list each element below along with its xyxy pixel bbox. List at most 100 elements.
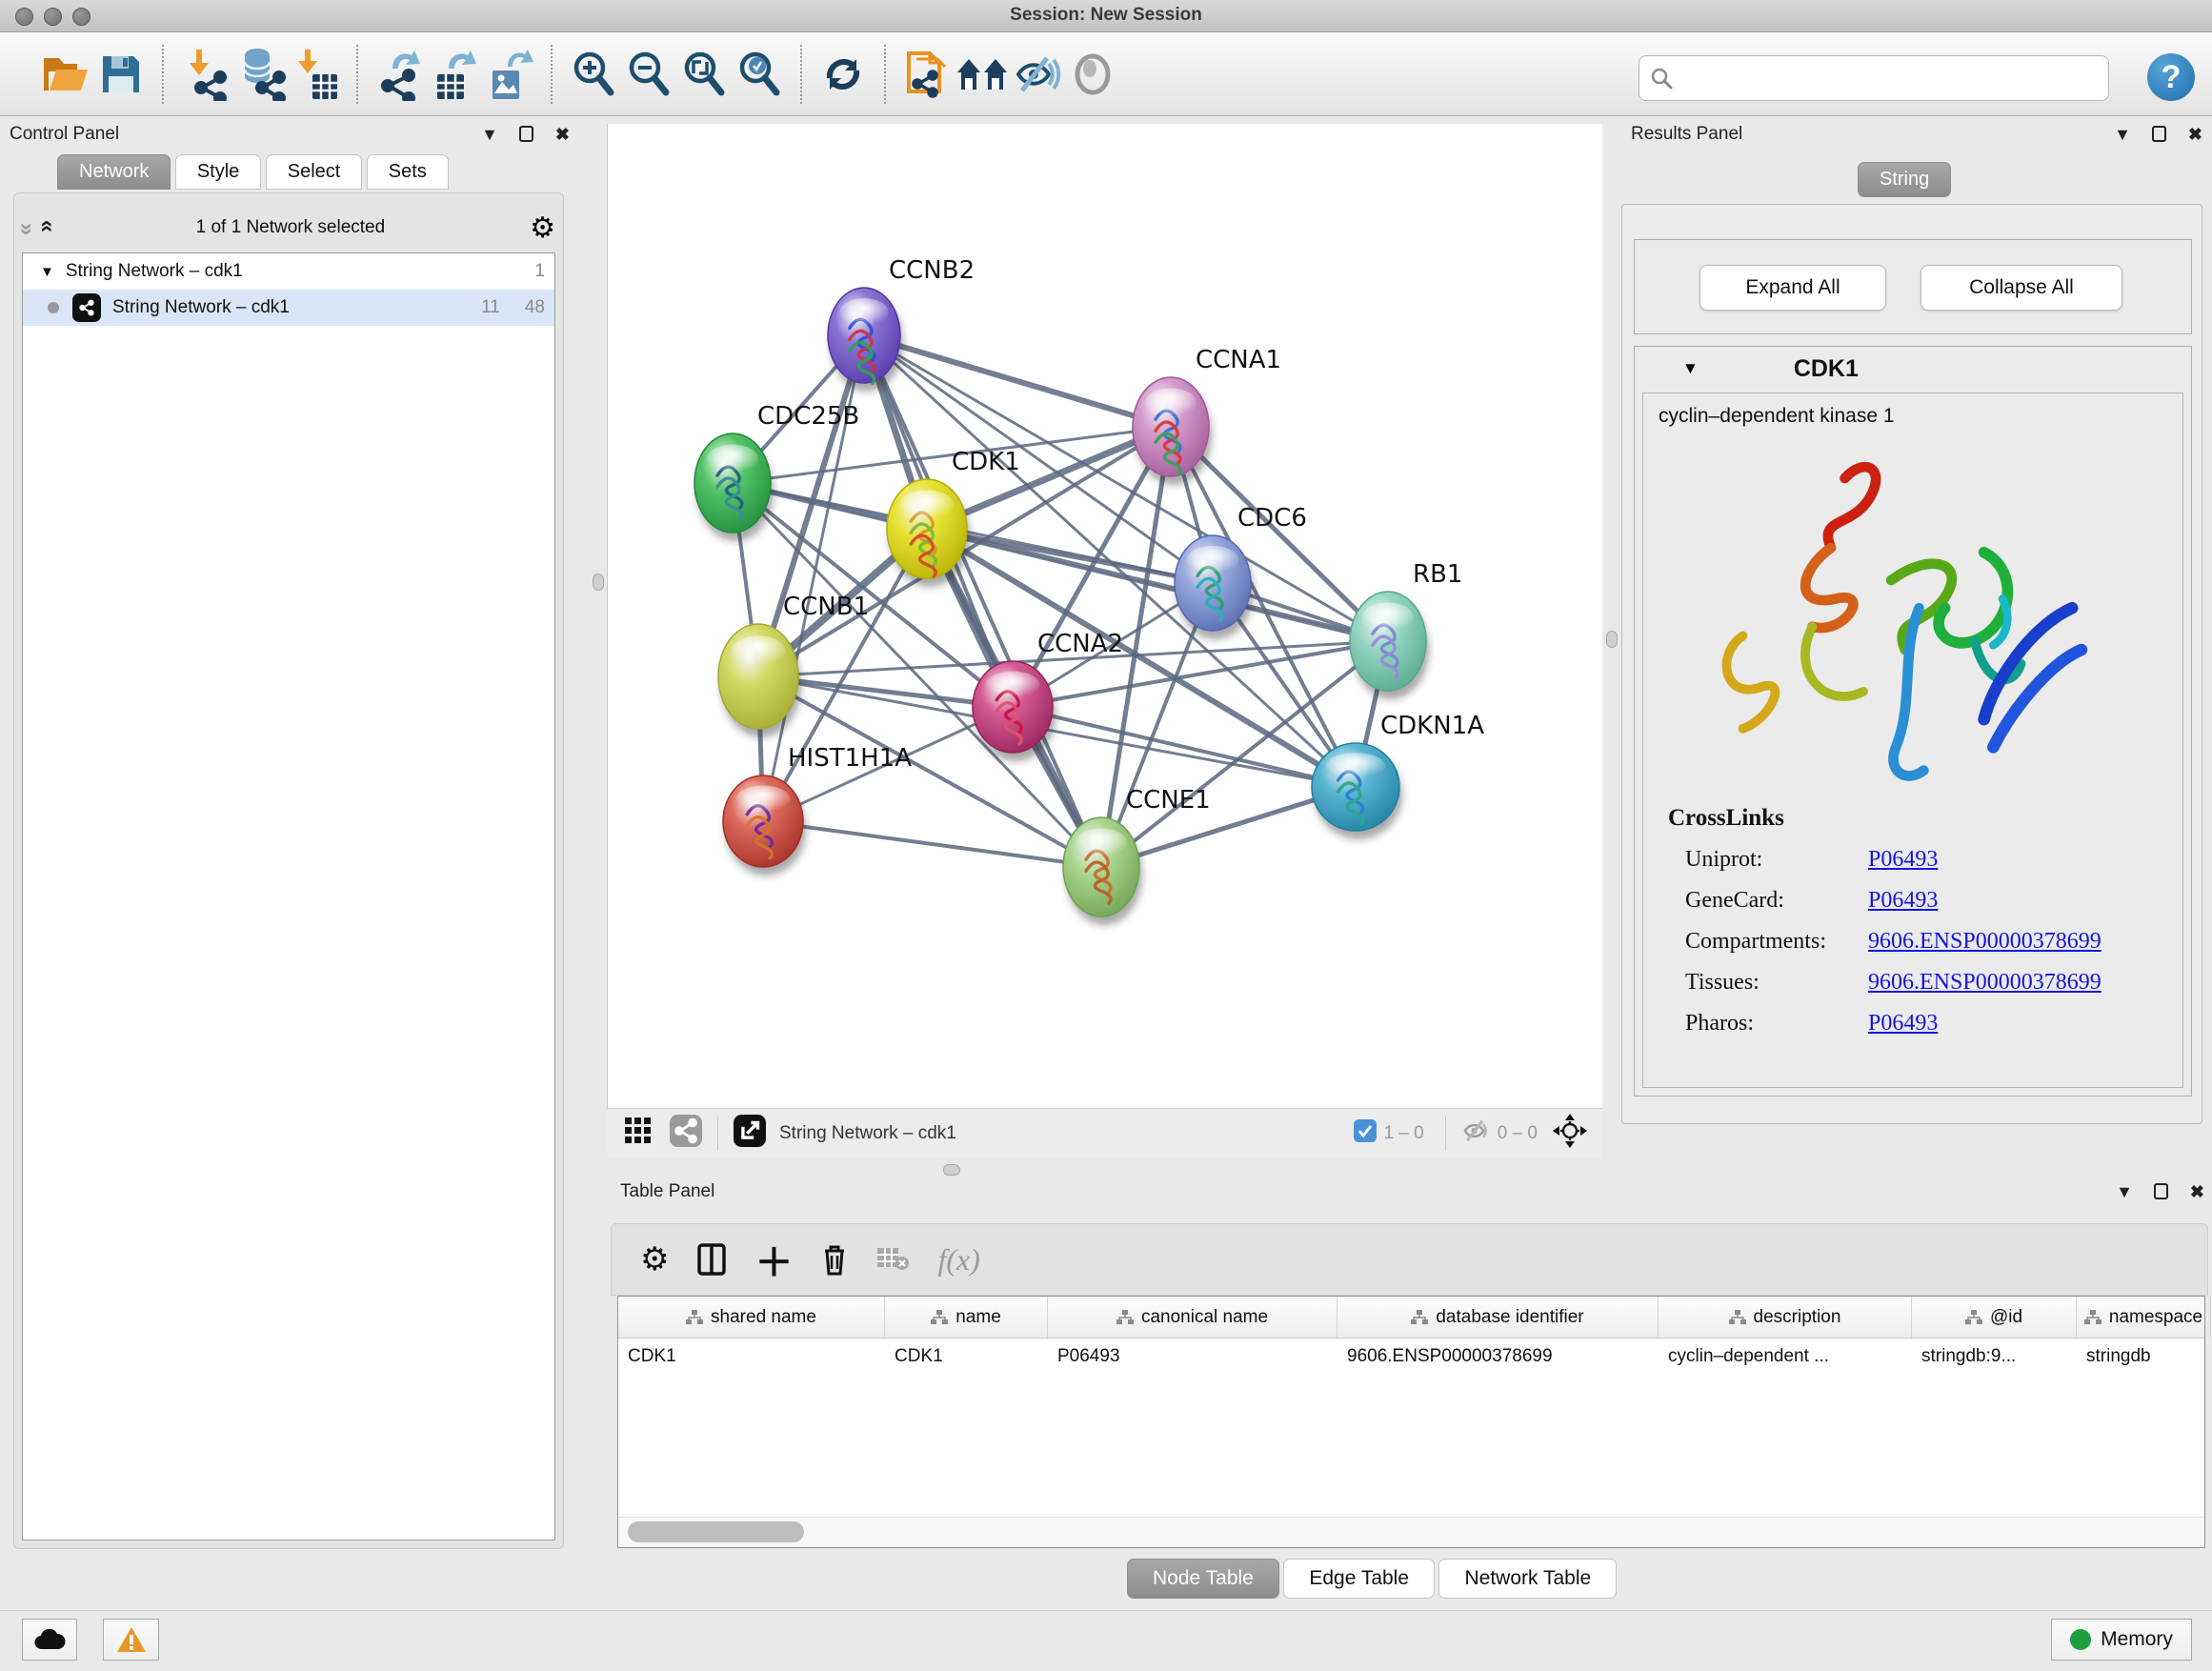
center-view-crosshair-icon[interactable] [1553, 1114, 1587, 1153]
node-CCNE1[interactable]: CCNE1 [1063, 786, 1211, 925]
function-builder-icon: f(x) [937, 1242, 979, 1278]
tab-style[interactable]: Style [175, 154, 261, 190]
panel-menu-caret-icon[interactable]: ▼ [481, 125, 498, 144]
edge-count: 48 [525, 297, 545, 318]
node-RB1[interactable]: RB1 [1350, 560, 1462, 699]
node-CDKN1A[interactable]: CDKN1A [1312, 712, 1484, 839]
hidden-eye-slash-icon[interactable] [1461, 1117, 1492, 1149]
panel-float-icon[interactable] [2152, 125, 2166, 144]
edge-CDK1-RB1[interactable] [927, 529, 1388, 641]
network-share-icon[interactable] [670, 1115, 702, 1152]
tree-expand-caret-icon[interactable]: ▼ [40, 264, 54, 280]
network-options-gear-icon[interactable]: ⚙ [530, 211, 555, 245]
import-table-button[interactable] [288, 44, 343, 105]
tab-string[interactable]: String [1858, 162, 1951, 197]
delete-column-icon[interactable] [821, 1243, 848, 1276]
left-splitter-grip[interactable] [593, 574, 604, 591]
network-view-canvas[interactable]: CCNB2CCNA1CDC25BCDK1CDC6RB1CCNB1CCNA2CDK… [607, 124, 1602, 1108]
show-columns-icon[interactable] [697, 1243, 726, 1276]
right-splitter-grip[interactable] [1606, 631, 1618, 648]
table-cell[interactable]: stringdb [2077, 1339, 2211, 1379]
horizontal-splitter-grip[interactable] [943, 1164, 960, 1176]
tab-network-table[interactable]: Network Table [1438, 1559, 1617, 1599]
expand-all-button[interactable]: Expand All [1699, 265, 1886, 311]
memory-button[interactable]: Memory [2051, 1619, 2192, 1661]
table-cell[interactable]: CDK1 [618, 1339, 885, 1379]
open-session-button[interactable] [38, 44, 93, 105]
column-header-description[interactable]: description [1659, 1297, 1912, 1338]
table-cell[interactable]: CDK1 [885, 1339, 1048, 1379]
show-all-button[interactable] [1065, 44, 1120, 105]
panel-float-icon[interactable] [2154, 1182, 2168, 1201]
edge-CCNB2-CCNA1[interactable] [864, 335, 1171, 427]
node-CCNB1[interactable]: CCNB1 [718, 593, 869, 737]
help-button[interactable]: ? [2147, 53, 2195, 101]
edge-CCNA2-CDKN1A[interactable] [1013, 707, 1356, 787]
column-header-namespace[interactable]: namespace [2077, 1297, 2211, 1338]
home-networks-button[interactable] [955, 44, 1010, 105]
selected-checkbox-icon[interactable] [1353, 1118, 1377, 1148]
tab-edge-table[interactable]: Edge Table [1283, 1559, 1435, 1599]
gene-collapse-caret-icon[interactable]: ▼ [1682, 359, 1699, 378]
panel-close-icon[interactable]: ✖ [555, 125, 570, 144]
zoom-selected-button[interactable] [732, 44, 787, 105]
import-network-database-button[interactable] [232, 44, 288, 105]
edge-CCNB2-CCNE1[interactable] [864, 335, 1101, 867]
tab-sets[interactable]: Sets [367, 154, 449, 190]
node-HIST1H1A[interactable]: HIST1H1A [723, 744, 912, 876]
gene-section-header[interactable]: ▼ CDK1 [1635, 347, 2191, 391]
table-cell[interactable]: 9606.ENSP00000378699 [1337, 1339, 1659, 1379]
birdseye-grid-icon[interactable] [624, 1117, 653, 1150]
table-horizontal-scrollbar[interactable] [618, 1517, 2204, 1545]
zoom-out-button[interactable] [621, 44, 676, 105]
crosslink-link[interactable]: 9606.ENSP00000378699 [1868, 970, 2101, 996]
refresh-view-button[interactable] [815, 44, 871, 105]
hide-selected-button[interactable] [1010, 44, 1065, 105]
save-session-button[interactable] [93, 44, 149, 105]
export-network-button[interactable] [372, 44, 427, 105]
gene-description: cyclin–dependent kinase 1 [1643, 393, 2182, 428]
column-header--id[interactable]: @id [1912, 1297, 2077, 1338]
detach-view-icon[interactable] [734, 1115, 766, 1152]
column-header-name[interactable]: name [885, 1297, 1048, 1338]
share-document-button[interactable] [899, 44, 955, 105]
edge-HIST1H1A-CCNE1[interactable] [763, 821, 1101, 867]
panel-close-icon[interactable]: ✖ [2190, 1182, 2204, 1201]
export-table-button[interactable] [427, 44, 482, 105]
tab-select[interactable]: Select [266, 154, 363, 190]
collapse-all-button[interactable]: Collapse All [1920, 265, 2122, 311]
expand-all-networks-icon[interactable]: » [33, 223, 60, 232]
column-header-canonical-name[interactable]: canonical name [1048, 1297, 1337, 1338]
scrollbar-thumb[interactable] [628, 1521, 804, 1542]
network-collection-row[interactable]: ▼ String Network – cdk1 1 [23, 253, 554, 290]
toolbar-separator [800, 45, 802, 104]
panel-menu-caret-icon[interactable]: ▼ [2116, 1182, 2133, 1201]
search-input[interactable] [1674, 68, 2083, 90]
cloud-status-button[interactable] [22, 1619, 77, 1661]
crosslink-link[interactable]: 9606.ENSP00000378699 [1868, 929, 2101, 955]
cloud-icon [33, 1628, 66, 1651]
import-network-file-button[interactable] [177, 44, 232, 105]
table-options-gear-icon[interactable]: ⚙ [640, 1240, 669, 1278]
tab-network[interactable]: Network [57, 154, 171, 190]
zoom-in-button[interactable] [566, 44, 621, 105]
zoom-fit-button[interactable] [676, 44, 732, 105]
panel-float-icon[interactable] [519, 125, 533, 144]
add-column-icon[interactable]: ＋ [754, 1232, 793, 1287]
panel-menu-caret-icon[interactable]: ▼ [2114, 125, 2131, 144]
tab-node-table[interactable]: Node Table [1127, 1559, 1279, 1599]
table-toolbar: ⚙ ＋ f(x) [611, 1223, 2208, 1296]
table-cell[interactable]: cyclin–dependent ... [1659, 1339, 1912, 1379]
crosslink-link[interactable]: P06493 [1868, 1011, 1938, 1037]
export-image-button[interactable] [482, 44, 537, 105]
network-row[interactable]: String Network – cdk1 11 48 [23, 290, 554, 326]
table-cell[interactable]: stringdb:9... [1912, 1339, 2077, 1379]
warning-status-button[interactable] [103, 1619, 159, 1661]
column-header-database-identifier[interactable]: database identifier [1337, 1297, 1659, 1338]
crosslink-link[interactable]: P06493 [1868, 888, 1938, 914]
panel-close-icon[interactable]: ✖ [2188, 125, 2202, 144]
table-cell[interactable]: P06493 [1048, 1339, 1337, 1379]
column-header-shared-name[interactable]: shared name [618, 1297, 885, 1338]
crosslink-link[interactable]: P06493 [1868, 847, 1938, 873]
node-CCNA2[interactable]: CCNA2 [973, 630, 1123, 761]
